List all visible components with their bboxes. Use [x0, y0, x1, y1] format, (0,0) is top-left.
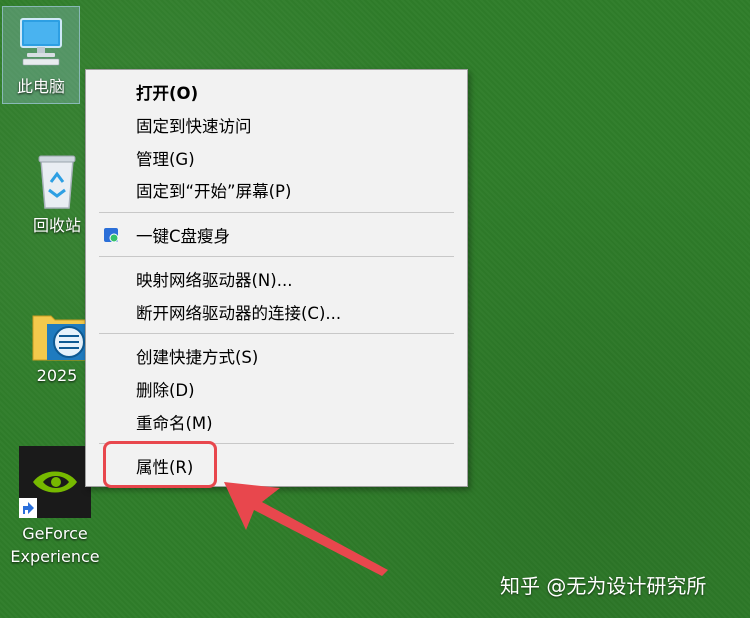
menu-item-label: 打开(O): [136, 84, 199, 103]
menu-item-manage[interactable]: 管理(G): [86, 143, 467, 173]
menu-separator: [99, 333, 454, 334]
desktop-icon-label: 此电脑: [16, 77, 65, 96]
highlight-box: [103, 441, 217, 488]
menu-item-label: 创建快捷方式(S): [136, 348, 259, 367]
menu-item-create-shortcut[interactable]: 创建快捷方式(S): [86, 341, 467, 371]
menu-item-label: 一键C盘瘦身: [136, 227, 231, 246]
menu-item-label: 删除(D): [136, 381, 195, 400]
menu-item-pin-quick-access[interactable]: 固定到快速访问: [86, 110, 467, 140]
menu-item-rename[interactable]: 重命名(M): [86, 407, 467, 437]
context-menu: 打开(O) 固定到快速访问 管理(G) 固定到“开始”屏幕(P) 一键C盘瘦身 …: [85, 69, 468, 487]
menu-item-label: 重命名(M): [136, 414, 213, 433]
menu-separator: [99, 212, 454, 213]
menu-item-label: 固定到快速访问: [136, 117, 252, 136]
recycle-bin-icon: [29, 152, 85, 209]
menu-item-pin-start[interactable]: 固定到“开始”屏幕(P): [86, 175, 467, 205]
watermark: 知乎 @无为设计研究所: [500, 574, 707, 598]
menu-separator: [99, 256, 454, 257]
desktop-icon-label: GeForce Experience: [10, 524, 100, 566]
arrow-icon: [224, 482, 388, 576]
menu-item-delete[interactable]: 删除(D): [86, 374, 467, 404]
nvidia-geforce-icon: [19, 446, 91, 518]
menu-item-label: 映射网络驱动器(N)...: [136, 271, 293, 290]
menu-item-open[interactable]: 打开(O): [86, 77, 467, 107]
menu-item-label: 断开网络驱动器的连接(C)...: [136, 304, 342, 323]
cleanup-icon: [103, 227, 119, 247]
menu-item-label: 管理(G): [136, 150, 195, 169]
desktop-icon-this-pc[interactable]: 此电脑: [2, 6, 80, 104]
menu-item-disconnect-network-drive[interactable]: 断开网络驱动器的连接(C)...: [86, 297, 467, 327]
menu-item-label: 固定到“开始”屏幕(P): [136, 182, 292, 201]
menu-item-c-drive-cleanup[interactable]: 一键C盘瘦身: [86, 220, 467, 250]
computer-icon: [13, 13, 69, 69]
menu-item-map-network-drive[interactable]: 映射网络驱动器(N)...: [86, 264, 467, 294]
folder-icon: [29, 306, 86, 362]
